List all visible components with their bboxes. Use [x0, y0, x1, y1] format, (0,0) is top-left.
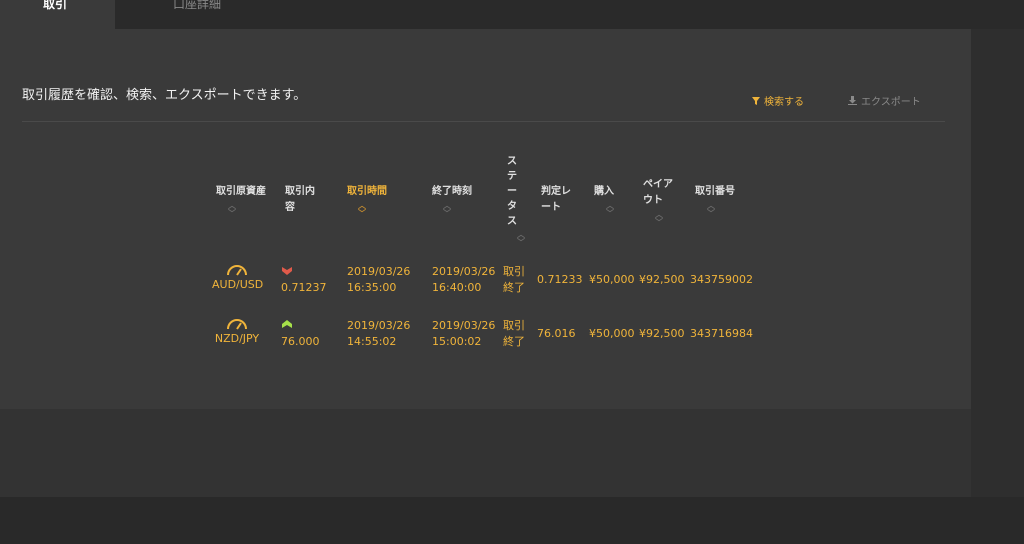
- trade-time: 2019/03/26 14:55:02: [347, 318, 410, 350]
- end-time: 2019/03/26 16:40:00: [432, 264, 495, 296]
- sort-icon: ︿ ﹀: [443, 201, 451, 218]
- end-time-value: 15:00:02: [432, 335, 482, 348]
- trade-time: 2019/03/26 16:35:00: [347, 264, 410, 296]
- end-time-value: 16:40:00: [432, 281, 482, 294]
- tab-bar: 取引 口座詳細: [0, 0, 1024, 29]
- header-status-label-3: ー: [507, 186, 517, 197]
- right-gutter: [971, 0, 1024, 497]
- header-payout-label-1: ペイア: [643, 179, 673, 190]
- end-time: 2019/03/26 15:00:02: [432, 318, 495, 350]
- purchase-amount: ¥50,000: [589, 273, 635, 286]
- trade-date: 2019/03/26: [347, 265, 411, 278]
- trade-date: 2019/03/26: [347, 319, 411, 332]
- tab-trades-label: 取引: [43, 0, 68, 11]
- header-payout-label-2: ウト: [643, 195, 663, 206]
- judgement-rate: 76.016: [537, 327, 576, 340]
- header-rate-label-2: ート: [541, 202, 561, 213]
- header-payout[interactable]: ペイア ウト ︿ ﹀: [643, 177, 673, 227]
- content-value: 0.71237: [281, 281, 327, 294]
- header-status[interactable]: ス テ ー タ ス ︿ ﹀: [507, 154, 529, 247]
- header-content-label-1: 取引内: [285, 186, 315, 197]
- sort-icon: ︿ ﹀: [606, 201, 614, 218]
- header-status-label-2: テ: [507, 171, 517, 182]
- purchase-amount: ¥50,000: [589, 327, 635, 340]
- filter-icon: [752, 96, 760, 105]
- content-value: 76.000: [281, 335, 320, 348]
- sort-icon: ︿ ﹀: [517, 230, 525, 247]
- sort-icon: ︿ ﹀: [228, 201, 236, 218]
- search-button-label: 検索する: [764, 97, 804, 108]
- trade-number: 343759002: [690, 273, 753, 286]
- header-trade-time-label: 取引時間: [347, 186, 387, 197]
- tab-account-details[interactable]: 口座詳細: [115, 0, 275, 29]
- end-date: 2019/03/26: [432, 265, 496, 278]
- end-date: 2019/03/26: [432, 319, 496, 332]
- asset-name: AUD/USD: [212, 278, 264, 291]
- direction-up-icon: [282, 320, 292, 328]
- lower-area: [0, 409, 971, 497]
- header-status-label-5: ス: [507, 216, 517, 227]
- payout-amount: ¥92,500: [639, 273, 685, 286]
- header-asset[interactable]: 取引原資産 ︿ ﹀: [216, 184, 266, 218]
- status-line-2: 終了: [503, 281, 525, 294]
- bottom-bar: [0, 497, 1024, 544]
- header-judgement-rate[interactable]: 判定レ ート: [541, 184, 571, 216]
- download-icon: [848, 96, 857, 105]
- sort-icon: ︿ ﹀: [358, 201, 366, 218]
- trade-number: 343716984: [690, 327, 753, 340]
- trade-time-value: 14:55:02: [347, 335, 397, 348]
- header-asset-label: 取引原資産: [216, 186, 266, 197]
- search-button[interactable]: 検索する: [752, 93, 804, 108]
- sort-icon: ︿ ﹀: [707, 201, 715, 218]
- status: 取引 終了: [503, 264, 525, 296]
- status-line-2: 終了: [503, 335, 525, 348]
- tab-account-details-label: 口座詳細: [173, 0, 222, 11]
- asset-name: NZD/JPY: [214, 332, 260, 345]
- divider: [22, 121, 945, 122]
- trade-time-value: 16:35:00: [347, 281, 397, 294]
- page-description: 取引履歴を確認、検索、エクスポートできます。: [22, 88, 307, 103]
- status-line-1: 取引: [503, 319, 525, 332]
- table-row-1-asset[interactable]: AUD/USD: [212, 264, 264, 291]
- judgement-rate: 0.71233: [537, 273, 583, 286]
- payout-amount: ¥92,500: [639, 327, 685, 340]
- speedometer-icon: [227, 265, 247, 276]
- tab-trades[interactable]: 取引: [0, 0, 115, 29]
- header-purchase-label: 購入: [594, 186, 614, 197]
- direction-down-icon: [282, 267, 292, 275]
- export-button[interactable]: エクスポート: [848, 93, 921, 108]
- status: 取引 終了: [503, 318, 525, 350]
- header-trade-number-label: 取引番号: [695, 186, 735, 197]
- status-line-1: 取引: [503, 265, 525, 278]
- speedometer-icon: [227, 319, 247, 330]
- export-button-label: エクスポート: [861, 97, 921, 108]
- table-row-2-asset[interactable]: NZD/JPY: [212, 318, 262, 345]
- header-content-label-2: 容: [285, 202, 295, 213]
- header-purchase[interactable]: 購入 ︿ ﹀: [594, 184, 618, 218]
- header-trade-number[interactable]: 取引番号 ︿ ﹀: [695, 184, 735, 218]
- header-content[interactable]: 取引内 容: [285, 184, 315, 216]
- header-rate-label-1: 判定レ: [541, 186, 571, 197]
- header-trade-time[interactable]: 取引時間 ︿ ﹀: [347, 184, 387, 218]
- header-end-time[interactable]: 終了時刻 ︿ ﹀: [432, 184, 472, 218]
- header-status-label-1: ス: [507, 156, 517, 167]
- header-status-label-4: タ: [507, 201, 517, 212]
- header-end-time-label: 終了時刻: [432, 186, 472, 197]
- sort-icon: ︿ ﹀: [655, 210, 663, 227]
